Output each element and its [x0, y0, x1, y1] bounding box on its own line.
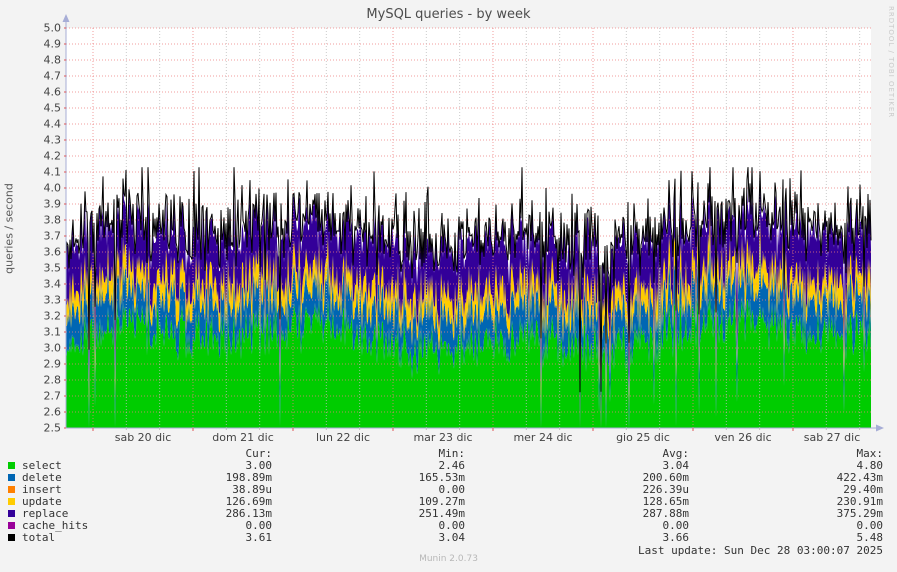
y-tick-label: 4.7	[44, 70, 62, 83]
legend-swatch-delete	[8, 474, 15, 481]
y-tick-label: 2.5	[44, 422, 62, 435]
y-tick-label: 3.3	[44, 294, 62, 307]
x-tick-label: sab 20 dic	[115, 431, 172, 444]
legend-swatch-replace	[8, 510, 15, 517]
legend-value-min: 3.04	[438, 531, 466, 544]
legend-table: Cur: Min: Avg: Max: select 3.00 2.46 3.04 4.…	[8, 448, 883, 544]
x-tick-label: mer 24 dic	[513, 431, 572, 444]
legend-label: total	[22, 531, 56, 544]
legend-col-avg: Avg:	[662, 447, 690, 460]
legend-value-min: 165.53m	[418, 471, 465, 484]
y-tick-label: 3.4	[44, 278, 62, 291]
x-tick-label: lun 22 dic	[316, 431, 370, 444]
legend-value-cur: 3.61	[245, 531, 273, 544]
y-axis-arrow	[62, 14, 70, 22]
legend-value-min: 0.00	[438, 519, 466, 532]
legend-value-max: 5.48	[856, 531, 884, 544]
mysql-queries-chart: 5.0 4.9 4.8 4.7 4.6 4.5 4.4 4.3 4.2 4.1 4.0 3.9 3.8 3…	[44, 14, 884, 444]
x-axis-arrow	[876, 424, 884, 432]
y-tick-label: 2.9	[44, 358, 62, 371]
legend-value-min: 251.49m	[418, 507, 465, 520]
legend-row-total: total 3.61 3.04 3.66 5.48	[8, 532, 883, 544]
y-tick-label: 4.2	[44, 150, 62, 163]
x-tick-label: mar 23 dic	[413, 431, 472, 444]
y-tick-label: 4.4	[44, 118, 62, 131]
y-tick-label: 3.1	[44, 326, 62, 339]
y-tick-label: 3.8	[44, 214, 62, 227]
x-tick-labels: sab 20 dic dom 21 dic lun 22 dic mar 23 dic…	[115, 431, 861, 444]
y-tick-label: 3.2	[44, 310, 62, 323]
legend-swatch-total	[8, 534, 15, 541]
y-tick-label: 3.5	[44, 262, 62, 275]
legend-col-max: Max:	[856, 447, 884, 460]
y-tick-label: 3.7	[44, 230, 62, 243]
y-tick-label: 3.0	[44, 342, 62, 355]
x-tick-label: sab 27 dic	[804, 431, 861, 444]
legend-value-max: 0.00	[856, 519, 884, 532]
y-tick-label: 4.0	[44, 182, 62, 195]
y-tick-label: 2.6	[44, 406, 62, 419]
munin-version-text: Munin 2.0.73	[419, 554, 478, 564]
y-tick-label: 3.9	[44, 198, 62, 211]
legend-value-avg: 0.00	[662, 519, 690, 532]
y-tick-label: 2.8	[44, 374, 62, 387]
legend-swatch-cache_hits	[8, 522, 15, 529]
y-tick-label: 4.8	[44, 54, 62, 67]
y-tick-label: 4.5	[44, 102, 62, 115]
y-tick-label: 4.1	[44, 166, 62, 179]
legend-col-min: Min:	[438, 447, 466, 460]
y-tick-label: 4.9	[44, 38, 62, 51]
y-tick-label: 3.6	[44, 246, 62, 259]
legend-value-avg: 3.66	[662, 531, 690, 544]
munin-graph-page: MySQL queries - by week queries / second…	[0, 0, 897, 572]
y-tick-label: 4.3	[44, 134, 62, 147]
legend-swatch-update	[8, 498, 15, 505]
y-tick-labels: 5.0 4.9 4.8 4.7 4.6 4.5 4.4 4.3 4.2 4.1 4.0 3.9 3.8 3…	[44, 22, 62, 435]
y-tick-label: 2.7	[44, 390, 62, 403]
legend-swatch-insert	[8, 486, 15, 493]
legend-swatch-select	[8, 462, 15, 469]
x-tick-label: ven 26 dic	[714, 431, 771, 444]
x-tick-label: gio 25 dic	[616, 431, 670, 444]
legend-value-avg: 287.88m	[642, 507, 689, 520]
y-tick-label: 4.6	[44, 86, 62, 99]
x-tick-label: dom 21 dic	[212, 431, 274, 444]
legend-value-max: 375.29m	[836, 507, 883, 520]
y-tick-label: 5.0	[44, 22, 62, 35]
